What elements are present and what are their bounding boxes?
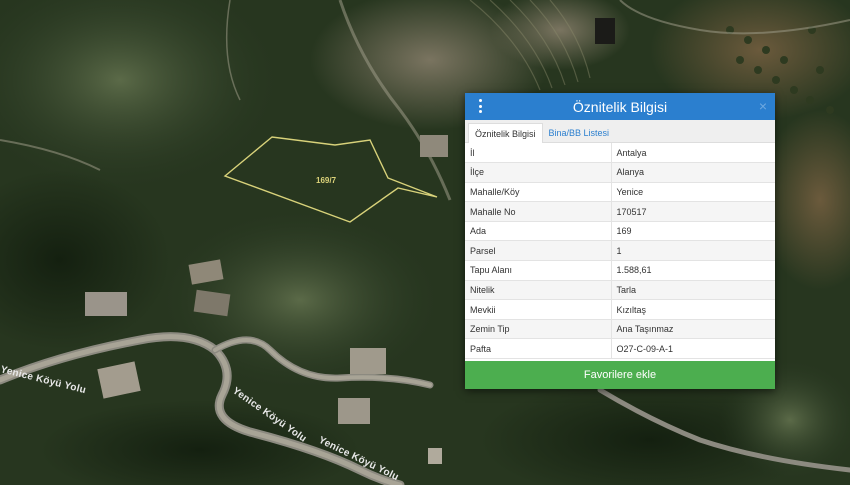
row-key: Tapu Alanı — [465, 260, 612, 281]
row-value: 1.588,61 — [611, 260, 775, 281]
tab-attribute-info[interactable]: Öznitelik Bilgisi — [468, 123, 543, 143]
parcel-label: 169/7 — [316, 176, 337, 185]
tab-building-list[interactable]: Bina/BB Listesi — [543, 123, 616, 143]
row-value: Kızıltaş — [611, 299, 775, 320]
row-key: Parsel — [465, 240, 612, 262]
row-value: 169 — [611, 221, 775, 242]
row-value: O27-C-09-A-1 — [611, 338, 775, 360]
table-row: Mahalle/Köy Yenice — [465, 182, 775, 203]
row-key: Mevkii — [465, 299, 612, 320]
table-row: Nitelik Tarla — [465, 280, 775, 301]
row-key: Zemin Tip — [465, 319, 612, 340]
row-value: 170517 — [611, 201, 775, 222]
row-value: 1 — [611, 240, 775, 262]
vertical-dots-icon[interactable] — [473, 98, 487, 114]
attribute-info-panel: Öznitelik Bilgisi × Öznitelik Bilgisi Bi… — [465, 93, 775, 389]
table-row: İlçe Alanya — [465, 162, 775, 183]
panel-tabs: Öznitelik Bilgisi Bina/BB Listesi — [465, 120, 775, 143]
row-value: Yenice — [611, 182, 775, 203]
table-row: Pafta O27-C-09-A-1 — [465, 338, 775, 360]
row-key: İlçe — [465, 162, 612, 183]
table-row: Parsel 1 — [465, 240, 775, 262]
row-value: Antalya — [611, 143, 775, 164]
table-row: Tapu Alanı 1.588,61 — [465, 260, 775, 281]
add-to-favorites-button[interactable]: Favorilere ekle — [465, 361, 775, 389]
panel-header: Öznitelik Bilgisi × — [465, 93, 775, 120]
row-key: Ada — [465, 221, 612, 242]
close-icon[interactable]: × — [759, 97, 767, 115]
row-key: Nitelik — [465, 280, 612, 301]
row-key: Mahalle No — [465, 201, 612, 222]
table-row: Ada 169 — [465, 221, 775, 242]
panel-title: Öznitelik Bilgisi — [572, 98, 668, 115]
table-row: Mahalle No 170517 — [465, 201, 775, 222]
row-key: İl — [465, 143, 612, 164]
row-key: Pafta — [465, 338, 612, 360]
table-row: İl Antalya — [465, 143, 775, 164]
attribute-table: İl Antalya İlçe Alanya Mahalle/Köy Yenice M… — [465, 143, 775, 360]
table-row: Zemin Tip Ana Taşınmaz — [465, 319, 775, 340]
row-value: Tarla — [611, 280, 775, 301]
row-value: Ana Taşınmaz — [611, 319, 775, 340]
row-value: Alanya — [611, 162, 775, 183]
row-key: Mahalle/Köy — [465, 182, 612, 203]
table-row: Mevkii Kızıltaş — [465, 299, 775, 320]
